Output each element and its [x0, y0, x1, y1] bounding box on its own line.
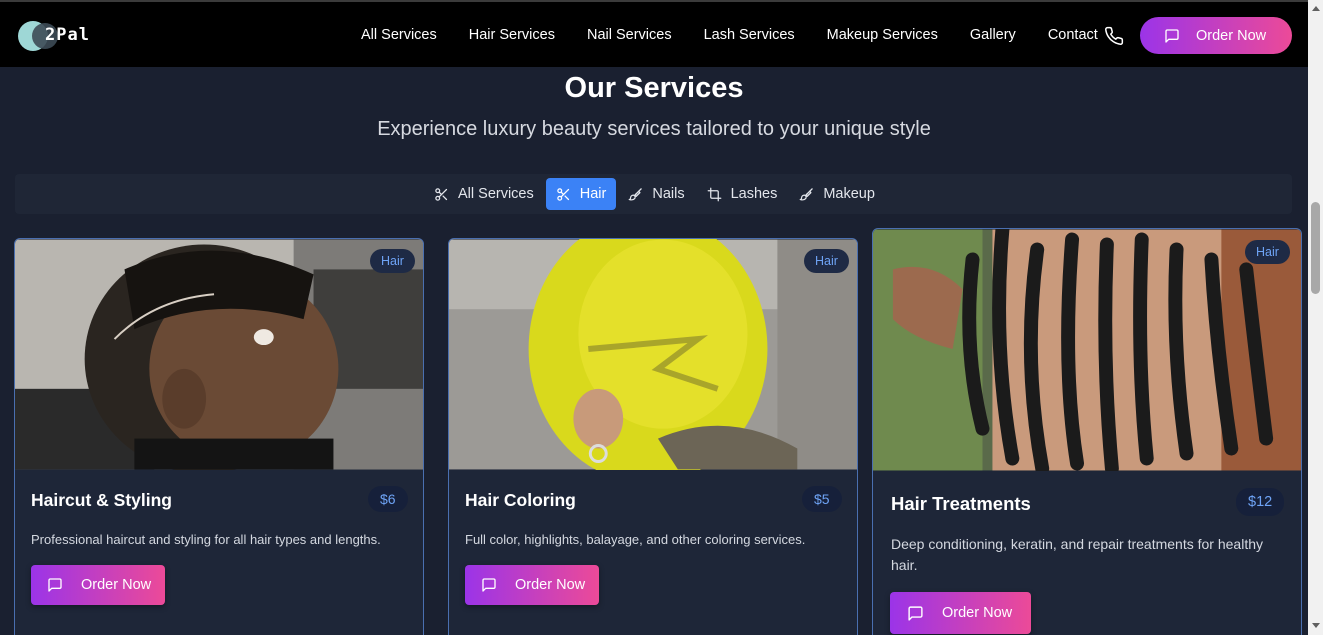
- scissors-icon: [435, 187, 448, 201]
- order-now-label: Order Now: [515, 577, 586, 593]
- filter-label: All Services: [458, 186, 534, 202]
- card-title: Hair Coloring: [465, 490, 576, 510]
- filter-label: Makeup: [823, 186, 875, 202]
- filter-makeup[interactable]: Makeup: [789, 178, 885, 210]
- nav-link-contact[interactable]: Contact: [1048, 27, 1098, 43]
- nav-link-hair-services[interactable]: Hair Services: [469, 27, 555, 43]
- message-icon: [482, 578, 496, 592]
- price-badge: $5: [802, 486, 842, 512]
- message-icon: [48, 578, 62, 592]
- service-card-haircut: Hair Haircut & Styling $6 Professional h…: [14, 238, 424, 635]
- section-title: Our Services: [564, 72, 744, 104]
- page-scrollbar[interactable]: [1308, 0, 1323, 635]
- card-description: Full color, highlights, balayage, and ot…: [465, 532, 806, 547]
- nav-link-makeup-services[interactable]: Makeup Services: [827, 27, 938, 43]
- hair-treatments-photo: [873, 229, 1301, 471]
- phone-icon[interactable]: [1104, 26, 1124, 46]
- nav-link-all-services[interactable]: All Services: [361, 27, 437, 43]
- order-now-label: Order Now: [81, 577, 152, 593]
- message-icon: [908, 605, 923, 621]
- card-description: Professional haircut and styling for all…: [31, 532, 381, 547]
- service-card-hair-coloring: Hair Hair Coloring $5 Full color, highli…: [448, 238, 858, 635]
- message-icon: [1165, 28, 1179, 43]
- haircut-photo: [15, 239, 423, 470]
- order-now-nav-label: Order Now: [1196, 27, 1267, 44]
- card-description: Deep conditioning, keratin, and repair t…: [891, 536, 1263, 573]
- order-now-button[interactable]: Order Now: [31, 565, 165, 605]
- scroll-down-arrow-icon[interactable]: [1312, 623, 1320, 628]
- section-subtitle: Experience luxury beauty services tailor…: [377, 118, 931, 140]
- nav-link-lash-services[interactable]: Lash Services: [704, 27, 795, 43]
- order-now-button[interactable]: Order Now: [890, 592, 1031, 634]
- top-navbar: 2Pal All Services Hair Services Nail Ser…: [0, 2, 1308, 67]
- brush-icon: [799, 187, 814, 200]
- scrollbar-thumb[interactable]: [1311, 202, 1320, 294]
- filter-label: Nails: [652, 186, 685, 202]
- scroll-up-arrow-icon[interactable]: [1312, 6, 1320, 11]
- nav-link-gallery[interactable]: Gallery: [970, 27, 1016, 43]
- price-badge: $6: [368, 486, 408, 512]
- brand-name: 2Pal: [45, 25, 90, 45]
- category-badge: Hair: [370, 249, 415, 273]
- filter-all-services[interactable]: All Services: [424, 178, 544, 210]
- filter-nails[interactable]: Nails: [618, 178, 694, 210]
- order-now-button[interactable]: Order Now: [465, 565, 599, 605]
- filter-label: Lashes: [730, 186, 778, 202]
- filter-hair[interactable]: Hair: [545, 178, 617, 210]
- card-title: Hair Treatments: [891, 493, 1031, 514]
- brand-logo[interactable]: 2Pal: [18, 18, 98, 54]
- scissors-icon: [557, 187, 569, 201]
- crop-icon: [707, 187, 721, 201]
- card-title: Haircut & Styling: [31, 490, 172, 510]
- category-badge: Hair: [1245, 240, 1290, 264]
- nav-links: All Services Hair Services Nail Services…: [361, 2, 1130, 67]
- category-filters: All Services Hair Nails Lashes Makeup: [424, 178, 887, 210]
- category-badge: Hair: [804, 249, 849, 273]
- brush-icon: [628, 187, 643, 200]
- filter-label: Hair: [579, 186, 607, 202]
- filter-lashes[interactable]: Lashes: [697, 178, 788, 210]
- order-now-nav-button[interactable]: Order Now: [1140, 17, 1292, 54]
- service-card-hair-treatments: Hair Hair Treatments $12 Deep conditioni…: [872, 228, 1302, 635]
- order-now-label: Order Now: [942, 605, 1013, 621]
- hair-coloring-photo: [449, 239, 857, 470]
- price-badge: $12: [1236, 488, 1285, 516]
- nav-link-nail-services[interactable]: Nail Services: [587, 27, 672, 43]
